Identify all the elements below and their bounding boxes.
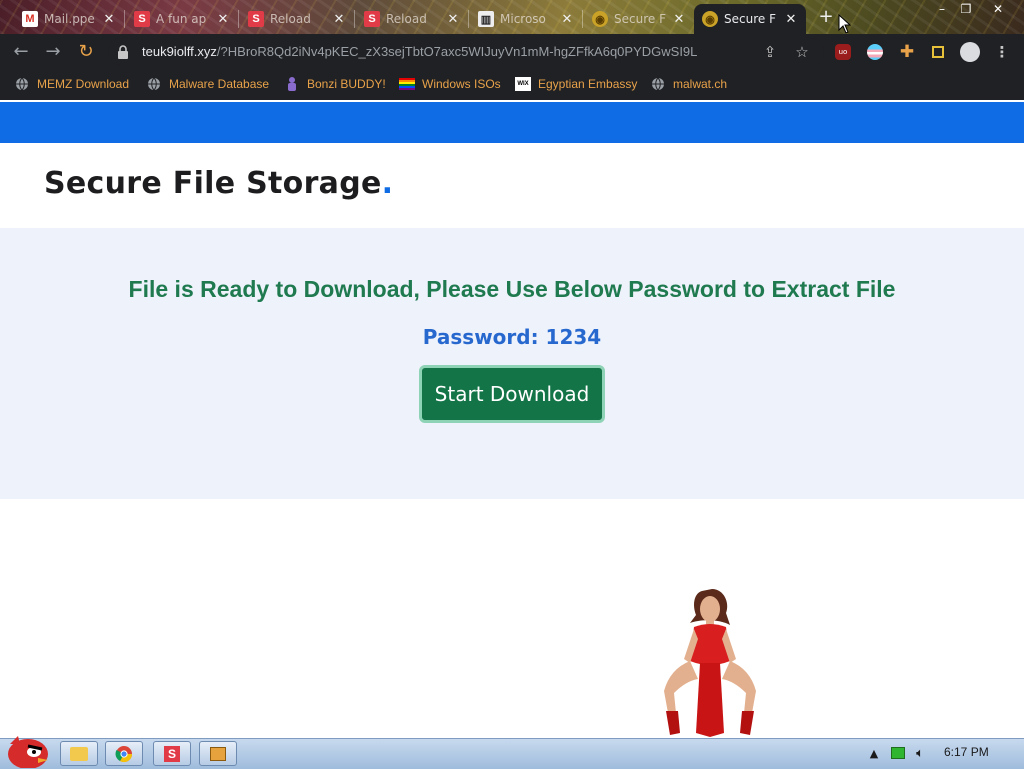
tab-separator <box>582 10 583 28</box>
minimize-icon[interactable]: – <box>930 1 954 17</box>
close-tab-icon[interactable]: ✕ <box>560 12 574 27</box>
wix-icon: WIX <box>515 76 531 92</box>
tab-reload-2[interactable]: S Reload ✕ <box>356 4 468 34</box>
url-text[interactable]: teuk9iolff.xyz/?HBroR8Qd2iNv4pKEC_zX3sej… <box>142 44 697 59</box>
taskbar-clock[interactable]: 6:17 PM <box>944 745 989 759</box>
close-tab-icon[interactable]: ✕ <box>102 12 116 27</box>
new-tab-button[interactable]: + <box>816 6 836 28</box>
advertisement-figure-image[interactable] <box>650 583 770 739</box>
tab-microsoft[interactable]: ▥ Microso ✕ <box>470 4 582 34</box>
tab-separator <box>468 10 469 28</box>
extensions-puzzle-icon[interactable]: ✚ <box>896 41 918 63</box>
show-hidden-icons-icon[interactable]: ▲ <box>866 745 882 761</box>
close-tab-icon[interactable]: ✕ <box>784 12 798 27</box>
globe-icon <box>146 76 162 92</box>
download-panel <box>0 228 1024 499</box>
taskbar-s-app-button[interactable]: S <box>153 741 191 766</box>
tab-separator <box>354 10 355 28</box>
bookmark-bonzi[interactable]: Bonzi BUDDY! <box>284 70 386 98</box>
brand-text: Secure File Storage <box>44 166 382 201</box>
tab-title: Mail.ppe <box>44 12 95 26</box>
bookmark-label: Egyptian Embassy <box>538 77 638 91</box>
close-tab-icon[interactable]: ✕ <box>216 12 230 27</box>
tab-mail[interactable]: M Mail.ppe ✕ <box>14 4 124 34</box>
back-arrow-icon[interactable]: ← <box>10 41 32 63</box>
site-brand[interactable]: Secure File Storage. <box>44 166 393 201</box>
close-tab-icon[interactable]: ✕ <box>672 12 686 27</box>
tab-fun-app[interactable]: S A fun ap ✕ <box>126 4 238 34</box>
menu-kebab-icon[interactable]: ⋮ <box>991 41 1013 63</box>
bookmark-windows-isos[interactable]: Windows ISOs <box>399 70 501 98</box>
tab-title: Reload <box>270 12 311 26</box>
gmail-icon: M <box>22 11 38 27</box>
flag-extension-icon[interactable] <box>864 41 886 63</box>
bookmark-malwatch[interactable]: malwat.ch <box>650 70 727 98</box>
media-player-icon <box>210 746 226 761</box>
tab-title: A fun ap <box>156 12 207 26</box>
volume-icon[interactable]: 🔈︎ <box>912 745 928 761</box>
tab-secure-active[interactable]: ◉ Secure F ✕ <box>694 4 806 34</box>
start-download-button[interactable]: Start Download <box>419 365 605 423</box>
bonzi-icon <box>284 76 300 92</box>
globe-icon: ◉ <box>592 11 608 27</box>
s-logo-icon: S <box>164 745 180 762</box>
profile-avatar-icon[interactable] <box>959 41 981 63</box>
chrome-icon <box>115 745 133 762</box>
reload-icon[interactable]: ↻ <box>75 41 97 63</box>
s-logo-icon: S <box>134 11 150 27</box>
bookmark-label: Bonzi BUDDY! <box>307 77 386 91</box>
globe-icon: ◉ <box>702 11 718 27</box>
url-path: /?HBroR8Qd2iNv4pKEC_zX3sejTbtO7axc5WIJuy… <box>216 44 698 59</box>
tab-title: Secure F <box>614 12 666 26</box>
s-logo-icon: S <box>248 11 264 27</box>
lock-icon[interactable] <box>117 45 129 59</box>
s-logo-icon: S <box>364 11 380 27</box>
taskbar-media-player-button[interactable] <box>199 741 237 766</box>
bookmark-star-icon[interactable]: ☆ <box>791 41 813 63</box>
rainbow-flag-icon <box>399 76 415 92</box>
close-tab-icon[interactable]: ✕ <box>332 12 346 27</box>
battery-icon[interactable] <box>890 745 906 761</box>
taskbar-chrome-button[interactable] <box>105 741 143 766</box>
brand-dot: . <box>381 166 394 201</box>
taskbar-explorer-button[interactable] <box>60 741 98 766</box>
bookmark-label: MEMZ Download <box>37 77 130 91</box>
bookmark-label: Windows ISOs <box>422 77 501 91</box>
bookmark-label: Malware Database <box>169 77 270 91</box>
close-tab-icon[interactable]: ✕ <box>446 12 460 27</box>
start-button-angry-bird-icon[interactable] <box>4 730 50 768</box>
forward-arrow-icon[interactable]: → <box>42 41 64 63</box>
tab-separator <box>238 10 239 28</box>
password-text: Password: 1234 <box>422 325 602 349</box>
tab-secure-1[interactable]: ◉ Secure F ✕ <box>584 4 694 34</box>
tab-reload-1[interactable]: S Reload ✕ <box>240 4 354 34</box>
globe-icon <box>14 76 30 92</box>
ublock-extension-icon[interactable]: uo <box>832 41 854 63</box>
bookmark-memz[interactable]: MEMZ Download <box>14 70 129 98</box>
tab-separator <box>124 10 125 28</box>
bookmark-malware-db[interactable]: Malware Database <box>146 70 269 98</box>
side-panel-icon[interactable] <box>927 41 949 63</box>
bookmark-label: malwat.ch <box>673 77 728 91</box>
folder-icon <box>70 746 88 761</box>
bookmark-egyptian-embassy[interactable]: WIX Egyptian Embassy <box>515 70 637 98</box>
url-domain: teuk9iolff.xyz <box>142 44 217 59</box>
close-window-icon[interactable]: ✕ <box>986 1 1010 17</box>
mouse-cursor-icon <box>838 14 852 34</box>
top-banner <box>0 102 1024 143</box>
tab-title: Reload <box>386 12 427 26</box>
trash-icon: ▥ <box>478 11 494 27</box>
restore-icon[interactable]: ❐ <box>954 1 978 17</box>
tab-title: Secure F <box>724 12 776 26</box>
share-icon[interactable]: ⇪ <box>759 41 781 63</box>
globe-icon <box>650 76 666 92</box>
download-headline: File is Ready to Download, Please Use Be… <box>128 276 896 302</box>
tab-title: Microso <box>500 12 546 26</box>
